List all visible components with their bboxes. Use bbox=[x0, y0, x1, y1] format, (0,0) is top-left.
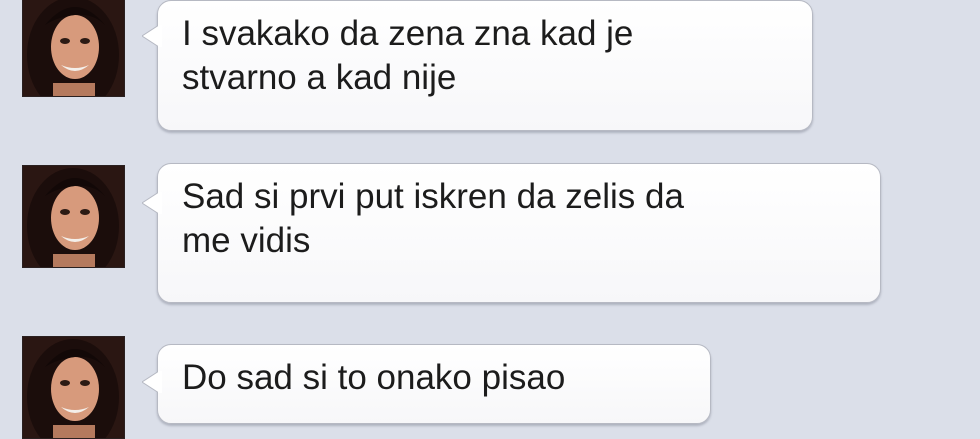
message-text-line: Sad si prvi put iskren da zelis da bbox=[182, 177, 684, 216]
avatar-photo-icon bbox=[23, 0, 124, 96]
message-text-line: Do sad si to onako pisao bbox=[182, 358, 566, 397]
message-bubble[interactable]: I svakako da zena zna kad je stvarno a k… bbox=[142, 0, 813, 131]
avatar-photo-icon bbox=[23, 337, 124, 438]
contact-avatar[interactable] bbox=[22, 336, 125, 439]
message-text-line: me vidis bbox=[182, 221, 311, 260]
avatar-photo-icon bbox=[23, 166, 124, 267]
message-text-line: stvarno a kad nije bbox=[182, 58, 457, 97]
message-bubble[interactable]: Do sad si to onako pisao bbox=[142, 344, 711, 424]
bubble-tail bbox=[142, 192, 162, 214]
message-bubble[interactable]: Sad si prvi put iskren da zelis da me vi… bbox=[142, 163, 881, 303]
message-thread[interactable]: I svakako da zena zna kad je stvarno a k… bbox=[0, 0, 980, 439]
message-text-line: I svakako da zena zna kad je bbox=[182, 14, 634, 53]
bubble-tail bbox=[142, 371, 162, 393]
bubble-tail bbox=[142, 25, 162, 47]
contact-avatar[interactable] bbox=[22, 165, 125, 268]
contact-avatar[interactable] bbox=[22, 0, 125, 97]
